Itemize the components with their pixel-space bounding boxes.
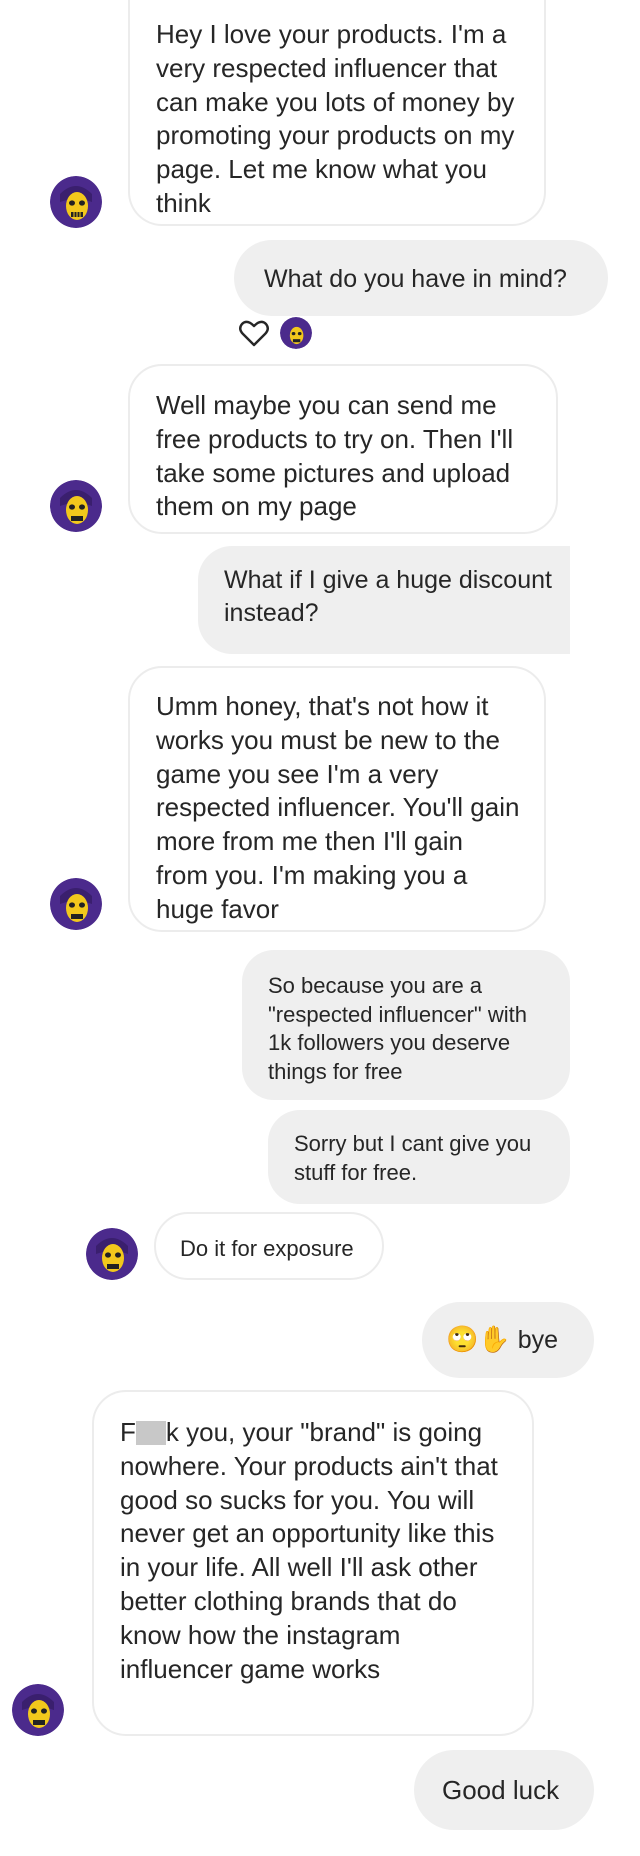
message-text: What do you have in mind?	[264, 265, 567, 293]
skeletor-avatar-icon	[50, 176, 102, 228]
censor-block	[135, 1421, 166, 1445]
skeletor-avatar-icon	[50, 480, 102, 532]
message-text: Do it for exposure	[180, 1236, 354, 1261]
skeletor-avatar-icon	[86, 1228, 138, 1280]
avatar[interactable]	[50, 176, 102, 228]
message-text: k you, your "brand" is going nowhere. Yo…	[120, 1417, 498, 1684]
avatar[interactable]	[12, 1684, 64, 1736]
message-bubble-outgoing: Sorry but I cant give you stuff for free…	[268, 1110, 570, 1204]
emoji: 🙄✋	[446, 1324, 511, 1354]
avatar[interactable]	[50, 878, 102, 930]
message-bubble-incoming: Do it for exposure	[154, 1212, 384, 1280]
message-bubble-incoming: Fk you, your "brand" is going nowhere. Y…	[92, 1390, 534, 1736]
message-text: Umm honey, that's not how it works you m…	[156, 691, 520, 924]
message-bubble-incoming: Umm honey, that's not how it works you m…	[128, 666, 546, 932]
message-text: So because you are a "respected influenc…	[268, 973, 527, 1084]
avatar[interactable]	[50, 480, 102, 532]
message-text: Sorry but I cant give you stuff for free…	[294, 1131, 532, 1185]
message-text: bye	[517, 1326, 559, 1354]
message-bubble-outgoing: So because you are a "respected influenc…	[242, 950, 570, 1100]
message-bubble-outgoing: 🙄✋ bye	[422, 1302, 594, 1378]
skeletor-avatar-icon	[12, 1684, 64, 1736]
message-bubble-outgoing: What if I give a huge discount instead?	[198, 546, 570, 654]
message-text-start: F	[120, 1417, 136, 1447]
message-text: Good luck	[442, 1775, 560, 1805]
message-text: Hey I love your products. I'm a very res…	[156, 19, 515, 218]
message-text: What if I give a huge discount instead?	[224, 566, 552, 627]
message-bubble-outgoing: What do you have in mind?	[234, 240, 608, 316]
message-bubble-incoming: Hey I love your products. I'm a very res…	[128, 0, 546, 226]
avatar[interactable]	[86, 1228, 138, 1280]
skeletor-avatar-icon	[50, 878, 102, 930]
message-bubble-incoming: Well maybe you can send me free products…	[128, 364, 558, 534]
skeletor-avatar-icon	[280, 317, 312, 349]
message-bubble-outgoing: Good luck	[414, 1750, 594, 1830]
heart-outline-icon[interactable]	[238, 317, 270, 349]
avatar	[280, 317, 312, 349]
message-text: Well maybe you can send me free products…	[156, 390, 514, 522]
